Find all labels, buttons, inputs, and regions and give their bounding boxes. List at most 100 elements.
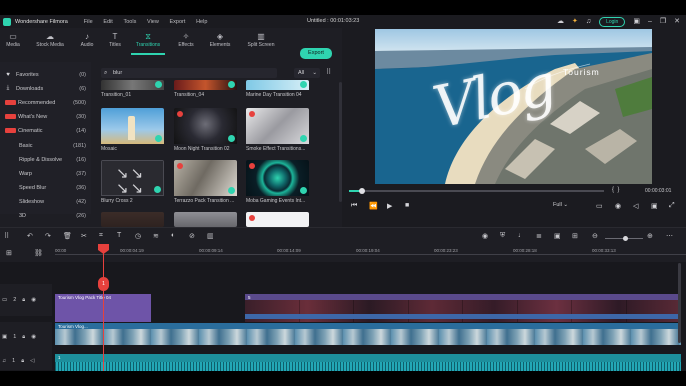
headset-icon[interactable]: ♫: [586, 18, 591, 26]
add-track-icon[interactable]: ⊞: [6, 249, 12, 257]
gift-icon[interactable]: ▣: [633, 18, 640, 26]
delete-icon[interactable]: 🗑: [63, 232, 72, 240]
tab-elements[interactable]: ◈ Elements: [207, 32, 233, 48]
mark-out-icon[interactable]: }: [617, 187, 619, 193]
microphone-icon[interactable]: ♩: [518, 232, 525, 239]
sidebar-item-favorites[interactable]: ♥ Favorites (0): [0, 68, 91, 81]
fullscreen-icon[interactable]: ⤢: [669, 202, 675, 210]
eye-icon[interactable]: ◉: [31, 297, 36, 303]
filter-dropdown[interactable]: All ⌄: [294, 68, 320, 78]
playback-progress-bar[interactable]: [349, 188, 604, 194]
sidebar-item-downloads[interactable]: ⤓ Downloads (6): [0, 82, 91, 95]
play-icon[interactable]: ▶: [387, 202, 392, 210]
export-button[interactable]: Export: [300, 48, 332, 59]
previous-frame-icon[interactable]: ⏮: [351, 202, 357, 210]
maximize-icon[interactable]: ❐: [660, 18, 666, 26]
crop-icon[interactable]: ⌗: [99, 232, 103, 240]
login-button[interactable]: Login: [599, 17, 626, 27]
snapshot-icon[interactable]: ◉: [615, 202, 621, 210]
lock-icon[interactable]: 🔒︎: [22, 334, 25, 341]
lock-icon[interactable]: 🔒︎: [21, 358, 24, 365]
mark-in-out[interactable]: { }: [612, 187, 619, 193]
cut-icon[interactable]: ✂: [81, 232, 87, 240]
transition-item[interactable]: Mosaic: [101, 108, 164, 152]
sidebar-item-3d[interactable]: 3D (26): [0, 209, 91, 222]
close-icon[interactable]: ✕: [674, 18, 680, 26]
sidebar-item-whats-new[interactable]: What's New (30): [0, 110, 91, 123]
speed-icon[interactable]: ◷: [135, 232, 141, 240]
redo-icon[interactable]: ↷: [45, 232, 51, 240]
tab-split-screen[interactable]: ▥ Split Screen: [245, 32, 277, 48]
sidebar-item-warp[interactable]: Warp (37): [0, 167, 91, 180]
menu-edit[interactable]: Edit: [103, 19, 112, 25]
transition-item[interactable]: Moon Night Transition 02: [174, 108, 237, 152]
zoom-dropdown[interactable]: Full ⌄: [553, 202, 568, 208]
transition-item[interactable]: Transition_04: [174, 80, 237, 98]
playhead-handle[interactable]: 1: [98, 277, 109, 291]
zoom-slider-knob[interactable]: [623, 236, 628, 241]
transition-item[interactable]: Smoke Effect Transitions...: [246, 108, 309, 152]
audio-mix-icon[interactable]: ▥: [207, 232, 214, 240]
transition-item[interactable]: [101, 212, 164, 227]
minimize-icon[interactable]: –: [648, 18, 652, 26]
menu-file[interactable]: File: [84, 19, 93, 25]
tab-titles[interactable]: T Titles: [106, 32, 124, 48]
timeline-scrollbar[interactable]: [678, 263, 681, 343]
motion-icon[interactable]: ⊘: [189, 232, 195, 240]
tab-effects[interactable]: ✧ Effects: [176, 32, 196, 48]
zoom-out-icon[interactable]: ⊖: [592, 232, 598, 240]
sidebar-item-slideshow[interactable]: Slideshow (42): [0, 195, 91, 208]
audio-clip[interactable]: 1: [55, 354, 681, 371]
menu-view[interactable]: View: [147, 19, 159, 25]
tab-stock-media[interactable]: ☁ Stock Media: [33, 32, 67, 48]
volume-icon[interactable]: ◁: [633, 202, 638, 210]
lock-icon[interactable]: 🔒︎: [22, 297, 25, 304]
mute-icon[interactable]: ◁: [30, 358, 34, 364]
undo-icon[interactable]: ↶: [27, 232, 33, 240]
link-icon[interactable]: ⛓: [34, 249, 43, 257]
render-icon[interactable]: ◉: [482, 232, 488, 240]
eye-icon[interactable]: ◉: [31, 334, 36, 340]
progress-knob[interactable]: [358, 188, 365, 194]
zoom-slider[interactable]: [605, 236, 643, 241]
transition-item[interactable]: Marine Day Transition 04: [246, 80, 309, 98]
sidebar-item-recommended[interactable]: Recommended (500): [0, 96, 91, 109]
playhead-line[interactable]: [103, 244, 104, 371]
color-icon[interactable]: ◐: [171, 232, 175, 239]
search-input[interactable]: ⌕ blur: [101, 68, 277, 78]
sidebar-item-speed-blur[interactable]: Speed Blur (36): [0, 181, 91, 194]
layout-icon[interactable]: ⠿: [4, 232, 9, 240]
more-icon[interactable]: ⋯: [666, 232, 673, 240]
menu-tools[interactable]: Tools: [123, 19, 136, 25]
monitor-icon[interactable]: ▭: [596, 202, 603, 210]
shield-icon[interactable]: ⛨: [500, 232, 505, 240]
grid-view-icon[interactable]: ⠿: [326, 68, 331, 76]
menu-help[interactable]: Help: [196, 19, 207, 25]
text-icon[interactable]: T: [117, 232, 121, 239]
tab-media[interactable]: ▭ Media: [4, 32, 22, 48]
adjust-icon[interactable]: ≋: [153, 232, 159, 240]
voiceover-icon[interactable]: ≣: [536, 232, 542, 240]
folder-icon[interactable]: ▣: [651, 202, 658, 210]
mark-in-icon[interactable]: {: [612, 187, 614, 193]
sidebar-item-basic[interactable]: Basic (181): [0, 139, 91, 152]
zoom-fit-icon[interactable]: ⊞: [572, 232, 578, 240]
sidebar-item-cinematic[interactable]: Cinematic (14): [0, 124, 91, 137]
transition-item[interactable]: Terrazzo Pack Transition ...: [174, 160, 237, 204]
stop-icon[interactable]: ■: [405, 202, 409, 209]
bulb-icon[interactable]: ✦: [572, 18, 578, 26]
snapshot-icon[interactable]: ▣: [554, 232, 561, 240]
sidebar-item-ripple-dissolve[interactable]: Ripple & Dissolve (16): [0, 153, 91, 166]
cloud-icon[interactable]: ☁: [557, 18, 564, 26]
transition-item[interactable]: [174, 212, 237, 227]
transition-item[interactable]: [246, 212, 309, 227]
video-clip[interactable]: Tourism Vlog...: [55, 323, 681, 345]
tab-transitions[interactable]: ⧖ Transitions: [131, 32, 165, 55]
step-back-icon[interactable]: ⏪: [369, 202, 378, 210]
tab-audio[interactable]: ♪ Audio: [78, 32, 96, 48]
transition-item[interactable]: Transition_01: [101, 80, 164, 98]
transition-item[interactable]: Moba Gaming Events Int...: [246, 160, 309, 204]
menu-export[interactable]: Export: [170, 19, 186, 25]
zoom-in-icon[interactable]: ⊕: [647, 232, 653, 240]
transition-item[interactable]: ↘↘ ↘↘ Blurry Cross 2: [101, 160, 164, 204]
